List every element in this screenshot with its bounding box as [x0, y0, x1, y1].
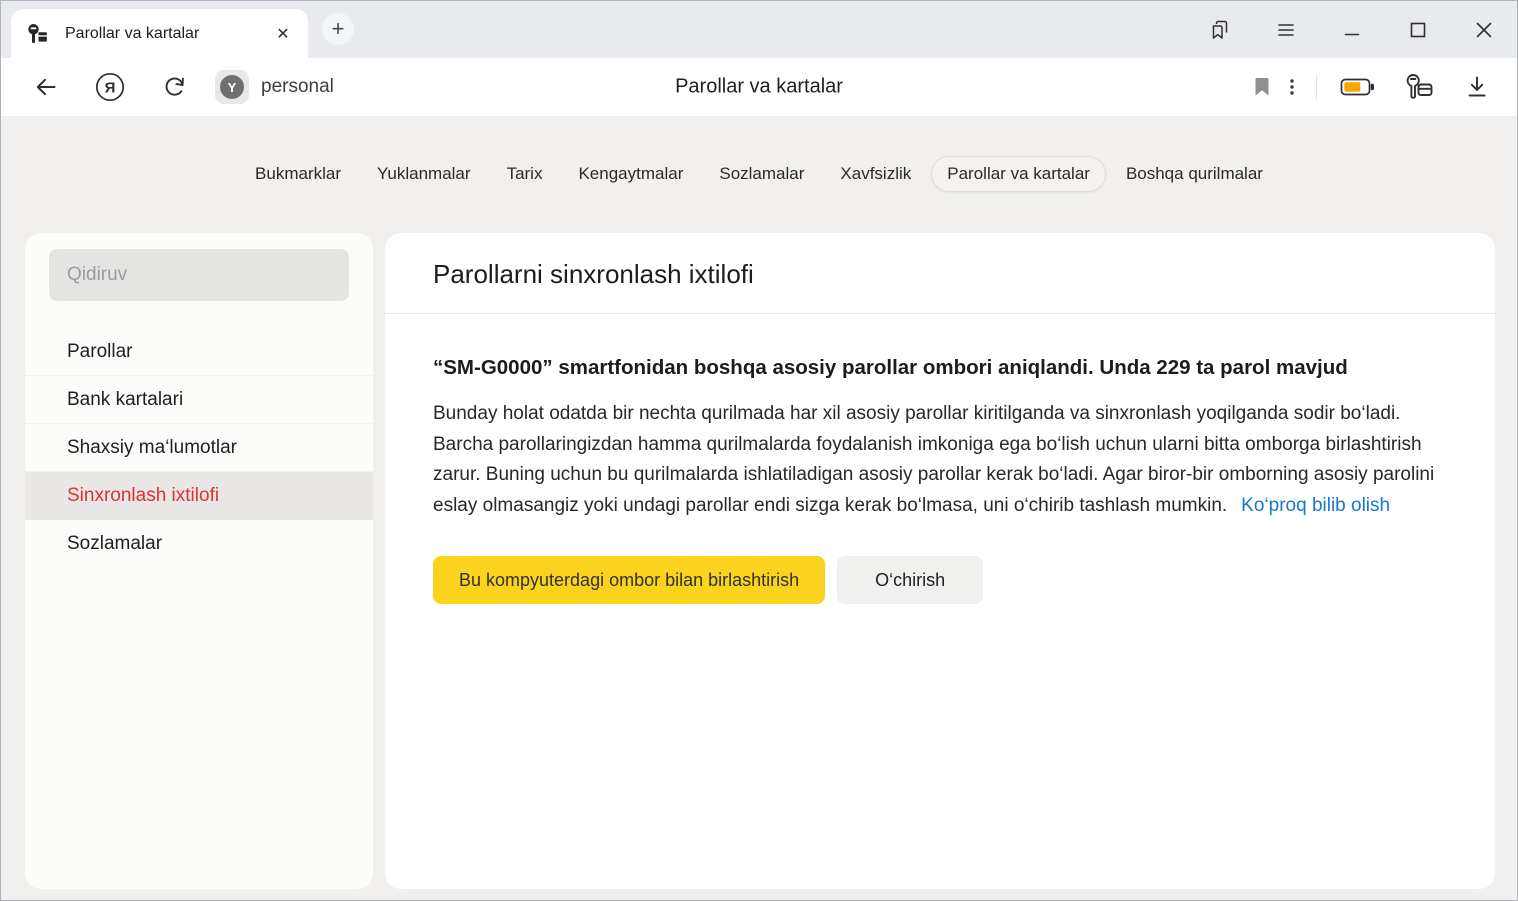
profile-chip[interactable]: Y personal	[215, 70, 334, 104]
yandex-home-icon[interactable]: Я	[91, 68, 129, 106]
toolbar-divider	[1316, 75, 1317, 99]
conflict-description: Bunday holat odatda bir nechta qurilmada…	[433, 399, 1447, 521]
sidebar-item-shaxsiy-malumotlar[interactable]: Shaxsiy ma‘lumotlar	[25, 424, 373, 472]
downloads-icon[interactable]	[1457, 68, 1497, 106]
tab-close-icon[interactable]: ✕	[270, 21, 296, 47]
sidebar-item-sozlamalar[interactable]: Sozlamalar	[25, 520, 373, 568]
sidebar-panel: Parollar Bank kartalari Shaxsiy ma‘lumot…	[25, 233, 373, 889]
learn-more-link[interactable]: Ko‘proq bilib olish	[1241, 495, 1390, 516]
conflict-heading: “SM-G0000” smartfonidan boshqa asosiy pa…	[433, 352, 1383, 383]
main-heading: Parollarni sinxronlash ixtilofi	[385, 233, 1495, 290]
nav-tab-tarix[interactable]: Tarix	[491, 156, 559, 192]
yandex-letter: Я	[105, 80, 116, 97]
browser-window: Parollar va kartalar ✕ +	[0, 0, 1518, 901]
password-manager-icon[interactable]	[1397, 68, 1441, 106]
content-area: Bukmarklar Yuklanmalar Tarix Kengaytmala…	[1, 116, 1517, 900]
more-options-icon[interactable]	[1278, 68, 1306, 106]
reload-icon[interactable]	[155, 68, 193, 106]
menu-icon[interactable]	[1253, 1, 1319, 58]
nav-tab-boshqa-qurilmalar[interactable]: Boshqa qurilmalar	[1110, 156, 1279, 192]
new-tab-button[interactable]: +	[322, 13, 354, 45]
merge-storage-button[interactable]: Bu kompyuterdagi ombor bilan birlashtiri…	[433, 556, 825, 604]
nav-tab-sozlamalar[interactable]: Sozlamalar	[703, 156, 820, 192]
maximize-icon[interactable]	[1385, 1, 1451, 58]
toolbar: Я Y personal Parollar va kartalar	[1, 58, 1517, 116]
tab-strip: Parollar va kartalar ✕ +	[1, 1, 1517, 58]
delete-storage-button[interactable]: O‘chirish	[837, 556, 983, 604]
nav-tab-yuklanmalar[interactable]: Yuklanmalar	[361, 156, 487, 192]
sidebar-item-bank-kartalari[interactable]: Bank kartalari	[25, 376, 373, 424]
main-panel: Parollarni sinxronlash ixtilofi “SM-G000…	[385, 233, 1495, 889]
nav-tab-kengaytmalar[interactable]: Kengaytmalar	[562, 156, 699, 192]
window-controls	[1187, 1, 1517, 58]
tab-parollar-va-kartalar[interactable]: Parollar va kartalar ✕	[11, 9, 308, 58]
side-panels-icon[interactable]	[1187, 1, 1253, 58]
search-input[interactable]	[49, 249, 349, 301]
toolbar-right-group	[1246, 68, 1497, 106]
content-row: Parollar Bank kartalari Shaxsiy ma‘lumot…	[25, 233, 1495, 889]
sidebar-item-sinxronlash-ixtilofi[interactable]: Sinxronlash ixtilofi	[25, 472, 373, 520]
nav-tab-xavfsizlik[interactable]: Xavfsizlik	[824, 156, 927, 192]
sidebar-item-parollar[interactable]: Parollar	[25, 328, 373, 376]
profile-name: personal	[261, 76, 334, 98]
description-paragraph-1: Bunday holat odatda bir nechta qurilmada…	[433, 403, 1400, 424]
action-buttons: Bu kompyuterdagi ombor bilan birlashtiri…	[433, 556, 1447, 604]
back-icon[interactable]	[27, 68, 65, 106]
tab-title: Parollar va kartalar	[65, 25, 270, 43]
settings-nav: Bukmarklar Yuklanmalar Tarix Kengaytmala…	[1, 116, 1517, 194]
nav-tab-parollar-va-kartalar[interactable]: Parollar va kartalar	[931, 156, 1106, 192]
passwords-favicon-icon	[25, 22, 49, 46]
profile-avatar: Y	[215, 70, 249, 104]
bookmark-icon[interactable]	[1246, 68, 1278, 106]
page-title: Parollar va kartalar	[675, 76, 843, 99]
profile-initial: Y	[220, 75, 244, 99]
battery-saver-icon[interactable]	[1335, 68, 1379, 106]
nav-tab-bukmarklar[interactable]: Bukmarklar	[239, 156, 357, 192]
window-close-icon[interactable]	[1451, 1, 1517, 58]
minimize-icon[interactable]	[1319, 1, 1385, 58]
main-body: “SM-G0000” smartfonidan boshqa asosiy pa…	[385, 314, 1495, 604]
sidebar-list: Parollar Bank kartalari Shaxsiy ma‘lumot…	[25, 328, 373, 568]
